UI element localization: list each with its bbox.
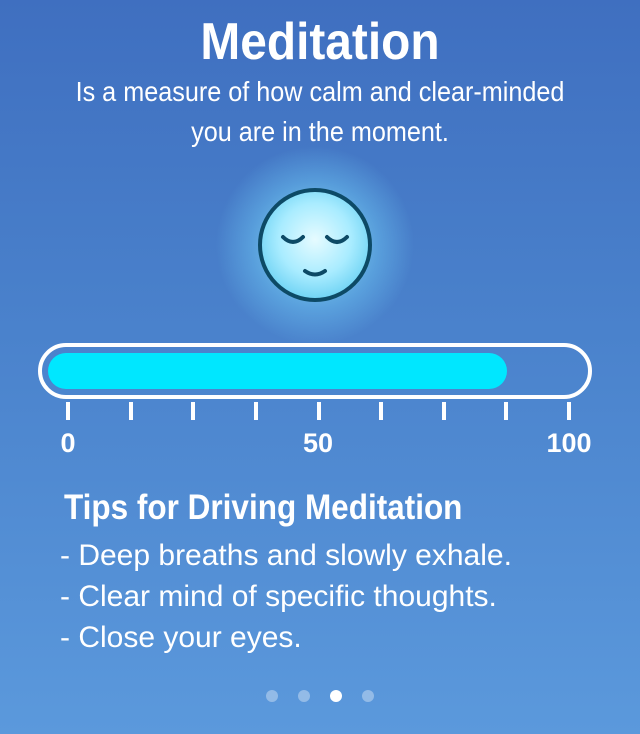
scale-tick [128, 402, 133, 420]
scale-tick [253, 402, 258, 420]
scale-tick [441, 402, 446, 420]
scale-tick [316, 402, 321, 420]
tip-item: - Close your eyes. [60, 621, 302, 654]
meditation-meter-fill [48, 353, 507, 389]
meditation-meter [38, 343, 592, 399]
page-dot[interactable] [266, 690, 278, 702]
tip-item: - Clear mind of specific thoughts. [60, 580, 497, 613]
calm-face-icon [258, 188, 372, 302]
scale-label-mid: 50 [302, 428, 334, 458]
scale-tick [504, 402, 509, 420]
scale-tick [379, 402, 384, 420]
tips-title: Tips for Driving Meditation [64, 488, 463, 527]
page-dot[interactable] [330, 690, 342, 702]
scale-tick [66, 402, 70, 420]
page-dot[interactable] [362, 690, 374, 702]
page-title: Meditation [200, 13, 440, 71]
tips-list: - Deep breaths and slowly exhale. - Clea… [60, 535, 512, 658]
scale-tick [567, 402, 571, 420]
meter-scale [0, 402, 640, 422]
scale-label-min: 0 [60, 428, 76, 458]
page-subtitle: Is a measure of how calm and clear-minde… [75, 76, 565, 147]
page-dot[interactable] [298, 690, 310, 702]
tip-item: - Deep breaths and slowly exhale. [60, 539, 512, 572]
page-indicator [0, 690, 640, 702]
scale-tick [191, 402, 196, 420]
scale-label-max: 100 [546, 428, 592, 458]
